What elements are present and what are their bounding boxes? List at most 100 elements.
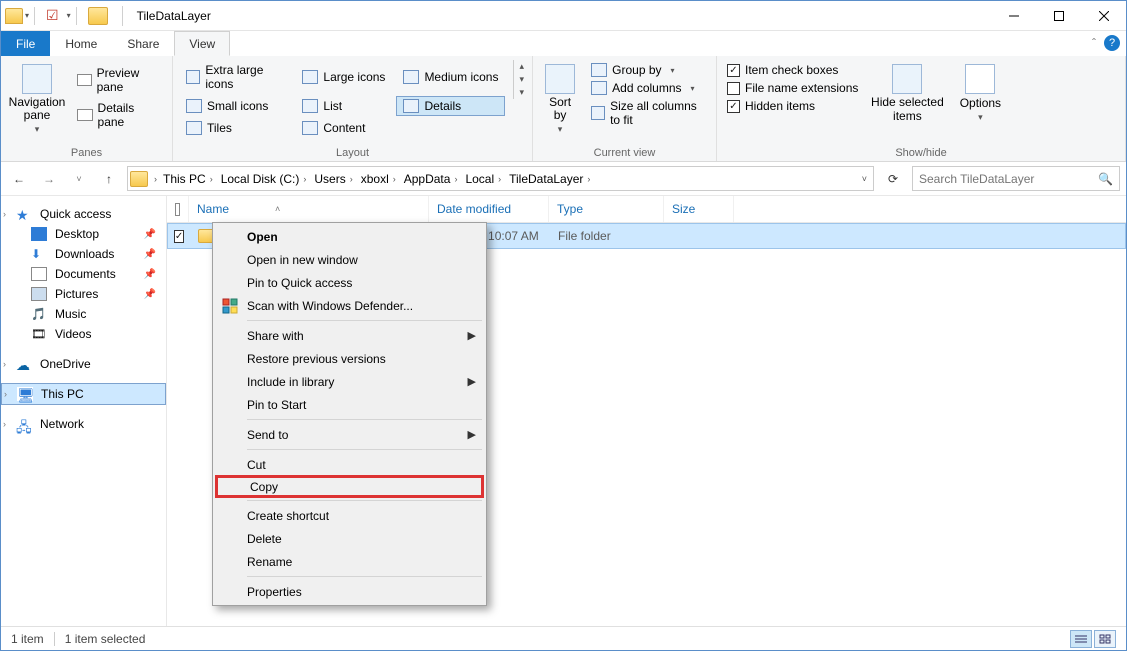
sidebar-desktop[interactable]: Desktop📌 — [1, 224, 166, 244]
scroll-up-icon[interactable]: ▴ — [517, 60, 526, 73]
file-list[interactable]: Name˄ Date modified Type Size ✓ Database… — [167, 196, 1126, 626]
collapse-ribbon-icon[interactable]: ˆ — [1092, 36, 1096, 50]
chevron-right-icon[interactable]: › — [498, 174, 501, 184]
details-view-button[interactable] — [1070, 630, 1092, 648]
qat-folder-icon[interactable] — [5, 8, 23, 24]
search-box[interactable]: 🔍 — [912, 166, 1120, 191]
column-date[interactable]: Date modified — [429, 196, 549, 222]
qat-dropdown-2[interactable]: ▾ — [67, 11, 71, 20]
ctx-scan-defender[interactable]: Scan with Windows Defender... — [215, 294, 484, 317]
minimize-button[interactable] — [991, 1, 1036, 30]
ctx-copy[interactable]: Copy — [215, 475, 484, 498]
hidden-items-toggle[interactable]: ✓Hidden items — [723, 98, 862, 114]
address-bar[interactable]: › This PC›Local Disk (C:)›Users›xboxl›Ap… — [127, 166, 874, 191]
column-size[interactable]: Size — [664, 196, 734, 222]
sidebar-pictures[interactable]: Pictures📌 — [1, 284, 166, 304]
refresh-button[interactable]: ⟳ — [880, 166, 906, 191]
sidebar-onedrive[interactable]: ›☁OneDrive — [1, 354, 166, 374]
up-button[interactable]: ↑ — [97, 167, 121, 191]
close-button[interactable] — [1081, 1, 1126, 30]
size-all-columns-button[interactable]: Size all columns to fit — [587, 98, 710, 128]
chevron-right-icon[interactable]: › — [210, 174, 213, 184]
tab-share[interactable]: Share — [112, 31, 174, 56]
chevron-right-icon[interactable]: › — [454, 174, 457, 184]
tab-home[interactable]: Home — [50, 31, 112, 56]
ctx-cut[interactable]: Cut — [215, 453, 484, 476]
column-name[interactable]: Name˄ — [189, 196, 429, 222]
ctx-properties[interactable]: Properties — [215, 580, 484, 603]
breadcrumb-segment[interactable]: xboxl› — [357, 172, 400, 186]
chevron-right-icon[interactable]: › — [350, 174, 353, 184]
navigation-tree[interactable]: ›★Quick access Desktop📌 ⬇Downloads📌 Docu… — [1, 196, 167, 626]
sidebar-this-pc[interactable]: ›🖥This PC — [1, 383, 166, 405]
hide-selected-button[interactable]: Hide selected items — [868, 60, 946, 127]
sidebar-network[interactable]: ›🖧Network — [1, 414, 166, 434]
recent-locations-button[interactable]: ˅ — [67, 167, 91, 191]
chevron-right-icon[interactable]: › — [587, 174, 590, 184]
layout-content[interactable]: Content — [295, 118, 392, 138]
layout-medium-icons[interactable]: Medium icons — [396, 60, 505, 94]
layout-list[interactable]: List — [295, 96, 392, 116]
breadcrumb-segment[interactable]: Users› — [310, 172, 356, 186]
address-dropdown[interactable]: ˅ — [862, 174, 867, 184]
ctx-send-to[interactable]: Send to▶ — [215, 423, 484, 446]
maximize-button[interactable] — [1036, 1, 1081, 30]
sidebar-quick-access[interactable]: ›★Quick access — [1, 204, 166, 224]
ctx-open-new-window[interactable]: Open in new window — [215, 248, 484, 271]
ctx-pin-start[interactable]: Pin to Start — [215, 393, 484, 416]
chevron-right-icon[interactable]: › — [393, 174, 396, 184]
expand-icon[interactable]: › — [3, 359, 6, 369]
checkbox-icon[interactable] — [175, 203, 180, 216]
breadcrumb-segment[interactable]: This PC› — [159, 172, 217, 186]
add-columns-button[interactable]: Add columns▾ — [587, 80, 710, 96]
tab-view[interactable]: View — [174, 31, 230, 56]
scroll-down-icon[interactable]: ▾ — [517, 73, 526, 86]
chevron-right-icon[interactable]: › — [152, 174, 159, 184]
qat-properties-icon[interactable]: ☑ — [40, 7, 65, 24]
search-icon[interactable]: 🔍 — [1098, 172, 1113, 186]
breadcrumb-segment[interactable]: Local Disk (C:)› — [217, 172, 311, 186]
sidebar-downloads[interactable]: ⬇Downloads📌 — [1, 244, 166, 264]
group-by-button[interactable]: Group by▾ — [587, 62, 710, 78]
breadcrumb-segment[interactable]: Local› — [461, 172, 505, 186]
ctx-pin-quick-access[interactable]: Pin to Quick access — [215, 271, 484, 294]
sort-by-button[interactable]: Sort by ▾ — [539, 60, 581, 139]
expand-icon[interactable]: › — [3, 419, 6, 429]
tab-file[interactable]: File — [1, 31, 50, 56]
layout-large-icons[interactable]: Large icons — [295, 60, 392, 94]
navigation-pane-button[interactable]: Navigation pane ▾ — [7, 60, 67, 139]
qat-dropdown[interactable]: ▾ — [25, 11, 29, 20]
breadcrumb-segment[interactable]: AppData› — [400, 172, 462, 186]
ctx-restore-versions[interactable]: Restore previous versions — [215, 347, 484, 370]
expand-icon[interactable]: › — [4, 389, 7, 399]
sidebar-documents[interactable]: Documents📌 — [1, 264, 166, 284]
ctx-rename[interactable]: Rename — [215, 550, 484, 573]
layout-details[interactable]: Details — [396, 96, 505, 116]
ctx-open[interactable]: Open — [215, 225, 484, 248]
large-icons-view-button[interactable] — [1094, 630, 1116, 648]
chevron-right-icon[interactable]: › — [303, 174, 306, 184]
ctx-share-with[interactable]: Share with▶ — [215, 324, 484, 347]
ctx-create-shortcut[interactable]: Create shortcut — [215, 504, 484, 527]
sidebar-music[interactable]: 🎵Music — [1, 304, 166, 324]
help-icon[interactable]: ? — [1104, 35, 1120, 51]
preview-pane-button[interactable]: Preview pane — [73, 64, 166, 96]
back-button[interactable]: ← — [7, 167, 31, 191]
search-input[interactable] — [919, 172, 1098, 186]
item-check-boxes-toggle[interactable]: ✓Item check boxes — [723, 62, 862, 78]
layout-small-icons[interactable]: Small icons — [179, 96, 291, 116]
expand-icon[interactable]: › — [3, 209, 6, 219]
details-pane-button[interactable]: Details pane — [73, 99, 166, 131]
column-checkbox[interactable] — [167, 196, 189, 222]
breadcrumb-segment[interactable]: TileDataLayer› — [505, 172, 594, 186]
column-type[interactable]: Type — [549, 196, 664, 222]
file-name-extensions-toggle[interactable]: File name extensions — [723, 80, 862, 96]
layout-extra-large-icons[interactable]: Extra large icons — [179, 60, 291, 94]
layout-tiles[interactable]: Tiles — [179, 118, 291, 138]
ctx-include-library[interactable]: Include in library▶ — [215, 370, 484, 393]
options-button[interactable]: Options ▾ — [952, 60, 1008, 127]
checkbox-checked-icon[interactable]: ✓ — [174, 230, 184, 243]
layout-scroll[interactable]: ▴▾▾ — [513, 60, 526, 99]
forward-button[interactable]: → — [37, 167, 61, 191]
ctx-delete[interactable]: Delete — [215, 527, 484, 550]
